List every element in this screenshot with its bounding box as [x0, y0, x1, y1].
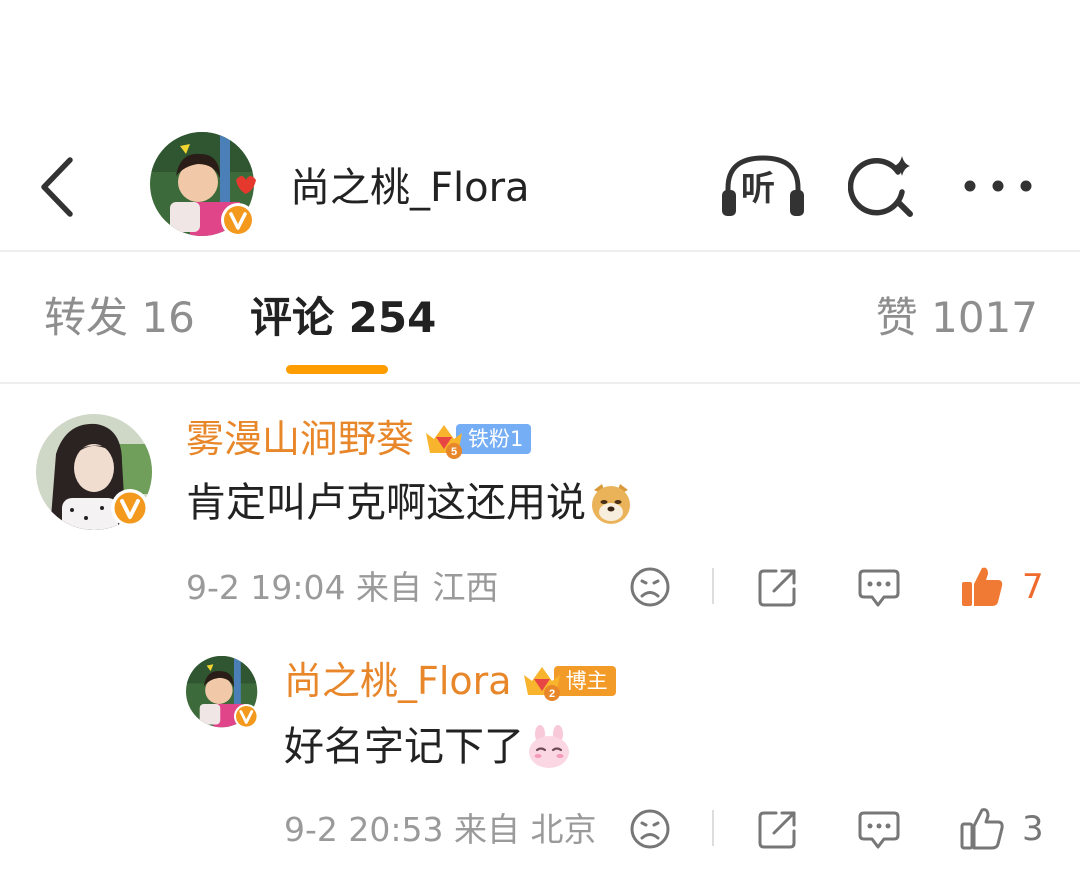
- share-icon: [758, 811, 796, 849]
- reply-text-content: 好名字记下了: [284, 724, 524, 770]
- action-divider: [712, 568, 714, 604]
- fan-badge[interactable]: 5 铁粉1: [422, 420, 532, 459]
- reply-share-button[interactable]: [756, 807, 800, 855]
- crown-diamond-icon: 5: [426, 425, 463, 459]
- fan-badge-label: 铁粉1: [456, 424, 532, 454]
- top-header: 尚之桃_Flora 听: [0, 0, 1080, 252]
- comment-text-content: 肯定叫卢克啊这还用说: [186, 480, 586, 526]
- more-button[interactable]: [960, 168, 1038, 204]
- search-sparkle-icon: [847, 156, 913, 217]
- share-button[interactable]: [756, 565, 800, 613]
- commenter-avatar[interactable]: [36, 414, 152, 530]
- header-username[interactable]: 尚之桃_Flora: [290, 162, 530, 214]
- dislike-button[interactable]: [628, 565, 672, 613]
- bunny-emoji-icon: [529, 725, 569, 768]
- blogger-badge[interactable]: 2 博主: [520, 662, 616, 701]
- reply-time-location: 9-2 20:53 来自 北京: [284, 810, 597, 849]
- reply-button[interactable]: [856, 565, 902, 613]
- reply-author-avatar[interactable]: [186, 656, 260, 730]
- reply-like-button[interactable]: [958, 804, 1004, 856]
- reply-text: 好名字记下了: [284, 720, 572, 774]
- profile-photo-icon: [186, 656, 259, 729]
- comment-text: 肯定叫卢克啊这还用说: [186, 476, 634, 530]
- search-button[interactable]: [847, 150, 920, 222]
- comment-time-location: 9-2 19:04 来自 江西: [186, 568, 499, 607]
- tabs-divider: [0, 382, 1080, 384]
- back-button[interactable]: [34, 152, 90, 222]
- comment-icon: [858, 811, 900, 849]
- active-tab-indicator: [286, 365, 388, 374]
- commenter-photo-icon: [36, 414, 152, 530]
- fan-level-number: 5: [451, 446, 457, 458]
- dislike-face-icon: [630, 809, 670, 849]
- like-button[interactable]: [958, 562, 1004, 614]
- comment-author-line: 雾漫山涧野葵 5 铁粉1: [186, 414, 532, 464]
- reply-reply-button[interactable]: [856, 807, 902, 855]
- tab-reposts[interactable]: 转发 16: [44, 290, 195, 346]
- reply-author-name[interactable]: 尚之桃_Flora: [284, 656, 512, 706]
- profile-photo-icon: [150, 132, 256, 237]
- reply-like-count: 3: [1022, 809, 1044, 849]
- more-dots-icon: [964, 180, 1032, 192]
- share-icon: [758, 569, 796, 607]
- comment-author-name[interactable]: 雾漫山涧野葵: [186, 414, 414, 464]
- comment-icon: [858, 569, 900, 607]
- crown-diamond-icon: 2: [523, 667, 560, 701]
- reply-author-line: 尚之桃_Flora 2 博主: [284, 656, 616, 706]
- doge-emoji-icon: [592, 484, 630, 524]
- action-divider: [712, 810, 714, 846]
- like-count: 7: [1022, 567, 1044, 607]
- blogger-level-number: 2: [549, 688, 555, 700]
- tab-likes[interactable]: 赞 1017: [876, 290, 1038, 346]
- thumbs-up-icon: [960, 808, 1004, 850]
- thumbs-up-icon: [962, 567, 1003, 606]
- header-avatar[interactable]: [150, 132, 258, 240]
- dislike-face-icon: [630, 567, 670, 607]
- header-divider: [0, 250, 1080, 252]
- listen-label: 听: [741, 169, 775, 209]
- weibo-comments-page: 尚之桃_Flora 听 转发 16 评论 254 赞 1017 雾漫山涧野葵 5…: [0, 0, 1080, 870]
- reply-dislike-button[interactable]: [628, 807, 672, 855]
- tab-comments[interactable]: 评论 254: [250, 290, 436, 346]
- back-arrow-icon: [41, 157, 73, 217]
